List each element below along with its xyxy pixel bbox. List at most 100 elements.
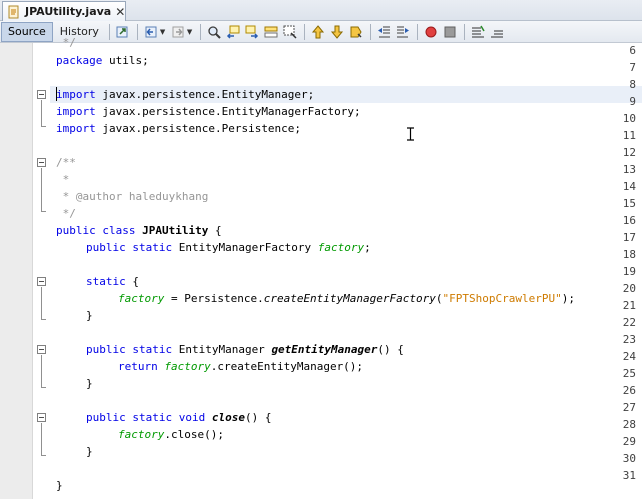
- fold-guide: [41, 211, 46, 212]
- editor-toolbar: Source History ▼ ▼: [0, 21, 642, 43]
- line-number: 28: [622, 418, 636, 431]
- code-text: EntityManager: [172, 343, 272, 356]
- code-line: package utils;: [56, 52, 149, 69]
- code-editor[interactable]: 6 7 8 9 10 11 12 13 14 15 16 17 18 19 20…: [0, 36, 642, 499]
- keyword: public static: [86, 241, 173, 254]
- fold-guide: [41, 168, 42, 211]
- line-number: 10: [622, 112, 636, 125]
- fold-guide: [41, 126, 46, 127]
- line-number: 30: [622, 452, 636, 465]
- code-line: public static EntityManagerFactory facto…: [86, 239, 371, 256]
- line-number: 18: [622, 248, 636, 261]
- find-next-icon[interactable]: [244, 23, 261, 40]
- line-number: 29: [622, 435, 636, 448]
- next-bookmark-icon[interactable]: [329, 23, 346, 40]
- code-text: );: [561, 292, 575, 305]
- code-line: factory = Persistence.createEntityManage…: [118, 290, 575, 307]
- code-text: EntityManagerFactory: [172, 241, 318, 254]
- code-text: .close();: [164, 428, 224, 441]
- find-icon[interactable]: [206, 23, 223, 40]
- keyword: public static: [86, 343, 173, 356]
- code-text: (: [435, 292, 443, 305]
- toggle-bookmark-icon[interactable]: [348, 23, 365, 40]
- file-tab[interactable]: JPAUtility.java ✕: [2, 1, 126, 21]
- field-name: factory: [317, 241, 365, 254]
- java-file-icon: [7, 5, 21, 19]
- start-macro-icon[interactable]: [423, 23, 440, 40]
- fold-guide: [41, 455, 46, 456]
- keyword: package: [56, 54, 103, 67]
- toolbar-separator: [108, 23, 110, 40]
- fold-static-block-icon[interactable]: [37, 277, 46, 286]
- code-text: {: [125, 275, 139, 288]
- line-number: 24: [622, 350, 636, 363]
- line-number: 11: [622, 129, 636, 142]
- code-line: }: [86, 377, 93, 390]
- line-number: 6: [629, 44, 636, 57]
- fold-guide: [41, 387, 46, 388]
- code-line: public static void close() {: [86, 409, 271, 426]
- code-text: ;: [364, 241, 371, 254]
- previous-bookmark-icon[interactable]: [310, 23, 327, 40]
- line-number: 15: [622, 197, 636, 210]
- line-number: 26: [622, 384, 636, 397]
- code-line: public class JPAUtility {: [56, 222, 222, 239]
- fold-guide: [41, 423, 42, 455]
- code-line: }: [86, 309, 93, 322]
- comment-icon[interactable]: [470, 23, 487, 40]
- line-number: 17: [622, 231, 636, 244]
- fold-guide: [41, 100, 42, 126]
- code-text: javax.persistence.EntityManager;: [95, 88, 315, 101]
- last-edit-icon[interactable]: [115, 23, 132, 40]
- code-line: }: [86, 445, 93, 458]
- fold-guide: [41, 287, 42, 319]
- method-name: close: [211, 411, 245, 424]
- back-icon[interactable]: [143, 23, 160, 40]
- uncomment-icon[interactable]: [489, 23, 506, 40]
- code-text: = Persistence.: [164, 292, 264, 305]
- line-number: 19: [622, 265, 636, 278]
- code-line: import javax.persistence.EntityManagerFa…: [56, 103, 361, 120]
- chevron-down-icon[interactable]: ▼: [187, 28, 194, 36]
- code-text: .createEntityManager();: [210, 360, 364, 373]
- method-name: createEntityManagerFactory: [263, 292, 436, 305]
- fold-close-method-icon[interactable]: [37, 413, 46, 422]
- fold-imports-icon[interactable]: [37, 90, 46, 99]
- toolbar-separator: [136, 23, 138, 40]
- shift-right-icon[interactable]: [395, 23, 412, 40]
- find-selection-icon[interactable]: [282, 23, 299, 40]
- close-tab-icon[interactable]: ✕: [115, 5, 125, 19]
- toggle-highlight-icon[interactable]: [263, 23, 280, 40]
- shift-left-icon[interactable]: [376, 23, 393, 40]
- fold-guide: [41, 319, 46, 320]
- toolbar-separator: [416, 23, 418, 40]
- code-text: {: [208, 224, 222, 237]
- keyword: import: [56, 122, 96, 135]
- fold-getentitymanager-icon[interactable]: [37, 345, 46, 354]
- code-line: factory.close();: [118, 426, 224, 443]
- source-tab[interactable]: Source: [1, 21, 53, 42]
- line-number: 12: [622, 146, 636, 159]
- code-line: import javax.persistence.Persistence;: [56, 120, 301, 137]
- line-number: 31: [622, 469, 636, 482]
- code-line: }: [56, 479, 63, 492]
- toolbar-separator: [199, 23, 201, 40]
- keyword: public class: [56, 224, 136, 237]
- line-number: 21: [622, 299, 636, 312]
- forward-icon[interactable]: [170, 23, 187, 40]
- stop-macro-icon[interactable]: [442, 23, 459, 40]
- field-name: factory: [118, 428, 165, 441]
- line-number: 7: [629, 61, 636, 74]
- field-name: factory: [164, 360, 211, 373]
- toolbar-separator: [463, 23, 465, 40]
- keyword: static: [86, 275, 126, 288]
- find-previous-icon[interactable]: [225, 23, 242, 40]
- code-line: import javax.persistence.EntityManager;: [56, 86, 314, 103]
- fold-javadoc-icon[interactable]: [37, 158, 46, 167]
- field-name: factory: [118, 292, 165, 305]
- string-literal: "FPTShopCrawlerPU": [442, 292, 562, 305]
- chevron-down-icon[interactable]: ▼: [160, 28, 167, 36]
- code-line: /**: [56, 156, 76, 169]
- line-number: 23: [622, 333, 636, 346]
- class-name: JPAUtility: [142, 224, 209, 237]
